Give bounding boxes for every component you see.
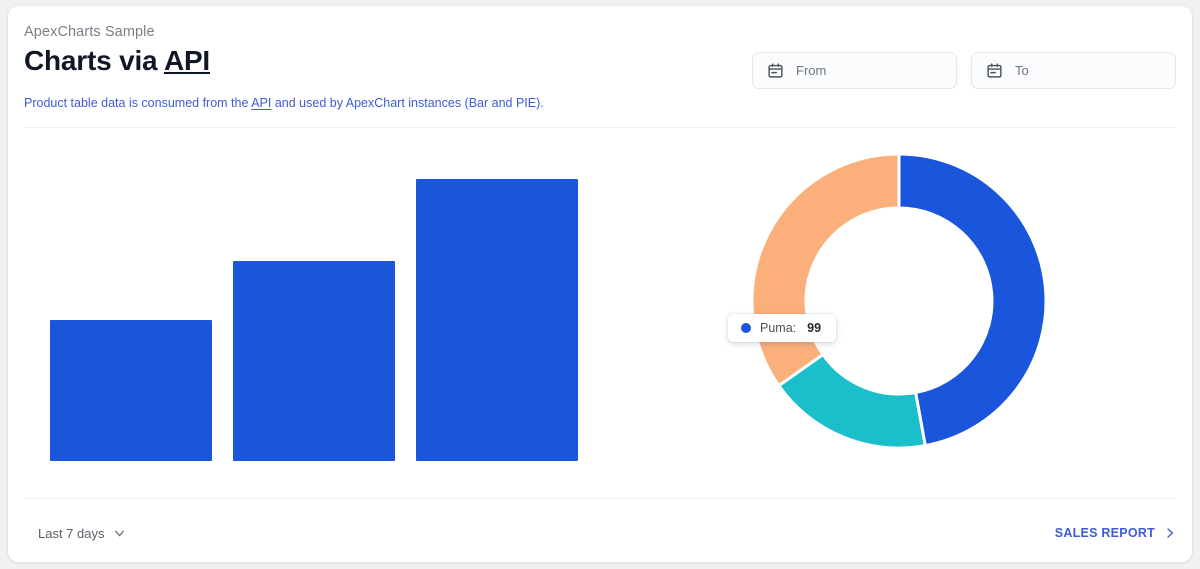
- subtitle-text-before: Product table data is consumed from the: [24, 96, 251, 110]
- calendar-icon: [986, 62, 1003, 79]
- page-title-text: Charts via: [24, 45, 164, 76]
- bar-chart-bar[interactable]: [416, 179, 578, 461]
- header-titles: ApexCharts Sample Charts via API: [24, 23, 210, 79]
- sales-report-label: SALES REPORT: [1055, 526, 1155, 540]
- charts-region: Puma: 99: [8, 128, 1192, 493]
- subtitle-api-link[interactable]: API: [251, 96, 271, 110]
- donut-chart[interactable]: Puma: 99: [624, 128, 1184, 493]
- tooltip-series-value: 99: [807, 321, 821, 335]
- subtitle-text-after: and used by ApexChart instances (Bar and…: [271, 96, 543, 110]
- from-date-placeholder: From: [796, 63, 826, 78]
- bar-chart-bar[interactable]: [50, 320, 212, 461]
- bar-chart[interactable]: [24, 128, 624, 493]
- from-date-field[interactable]: From: [752, 52, 957, 89]
- time-range-dropdown[interactable]: Last 7 days: [38, 526, 126, 541]
- donut-slice[interactable]: [752, 154, 899, 386]
- page-eyebrow: ApexCharts Sample: [24, 23, 210, 41]
- chevron-down-icon: [113, 527, 126, 540]
- chevron-right-icon: [1164, 527, 1176, 539]
- page-title: Charts via API: [24, 43, 210, 79]
- time-range-label: Last 7 days: [38, 526, 105, 541]
- tooltip-series-marker: [741, 323, 751, 333]
- charts-card: ApexCharts Sample Charts via API Product…: [8, 6, 1192, 562]
- to-date-field[interactable]: To: [971, 52, 1176, 89]
- page-subtitle: Product table data is consumed from the …: [24, 95, 544, 112]
- tooltip-series-label: Puma:: [760, 321, 796, 335]
- card-footer: Last 7 days SALES REPORT: [8, 499, 1192, 561]
- page-title-link[interactable]: API: [164, 45, 210, 76]
- to-date-placeholder: To: [1015, 63, 1029, 78]
- calendar-icon: [767, 62, 784, 79]
- chart-tooltip: Puma: 99: [728, 314, 836, 342]
- donut-chart-svg[interactable]: [624, 128, 1184, 493]
- card-header: ApexCharts Sample Charts via API Product…: [8, 6, 1192, 121]
- date-range-filters: From To: [752, 52, 1176, 89]
- donut-slice[interactable]: [899, 154, 1046, 446]
- bar-chart-bar[interactable]: [233, 261, 395, 461]
- sales-report-link[interactable]: SALES REPORT: [1055, 526, 1176, 540]
